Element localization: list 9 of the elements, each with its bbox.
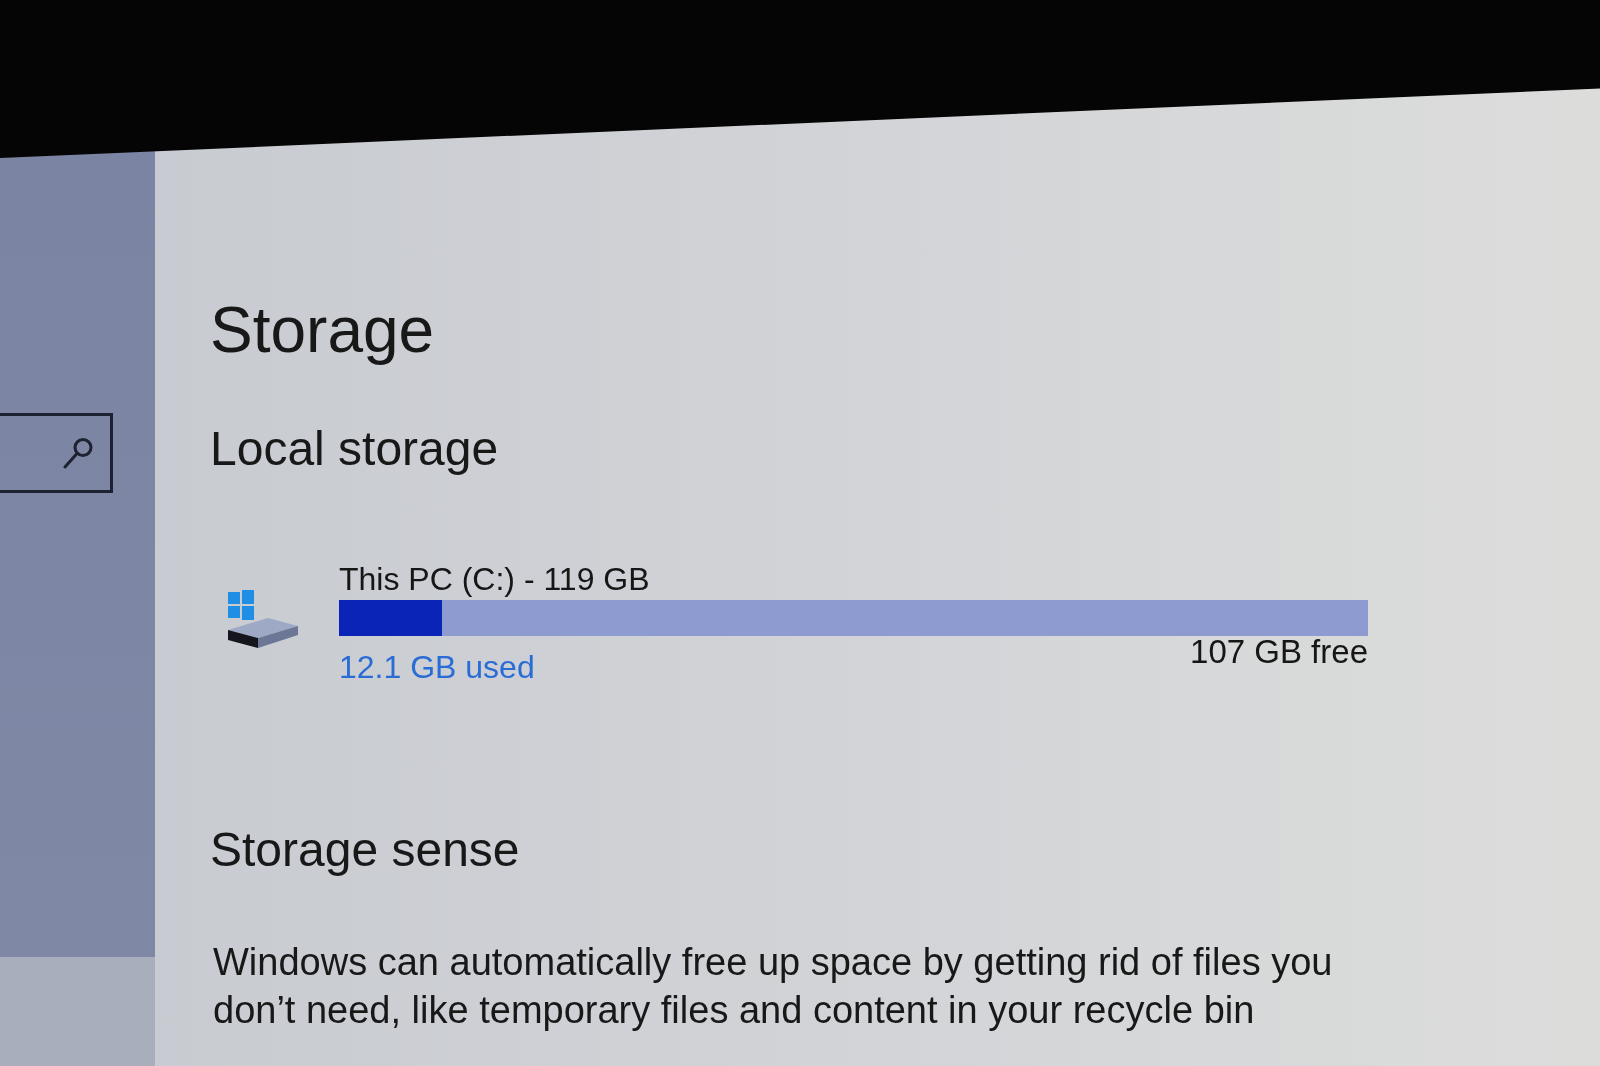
drive-entry[interactable]: This PC (C:) - 119 GB 12.1 GB used 107 GB free <box>210 563 1368 683</box>
drive-name: This PC (C:) - 119 GB <box>339 563 650 595</box>
search-field[interactable] <box>0 413 113 493</box>
section-heading: Storage sense <box>210 826 520 874</box>
search-icon <box>63 437 93 469</box>
section-heading: Local storage <box>210 425 499 473</box>
drive-icon <box>226 590 298 648</box>
free-space-text: 107 GB free <box>1190 635 1368 668</box>
description-text: Windows can automatically free up space by getting rid of files you don’t need, like temporary files and content in your recycle bin <box>213 940 1334 1033</box>
